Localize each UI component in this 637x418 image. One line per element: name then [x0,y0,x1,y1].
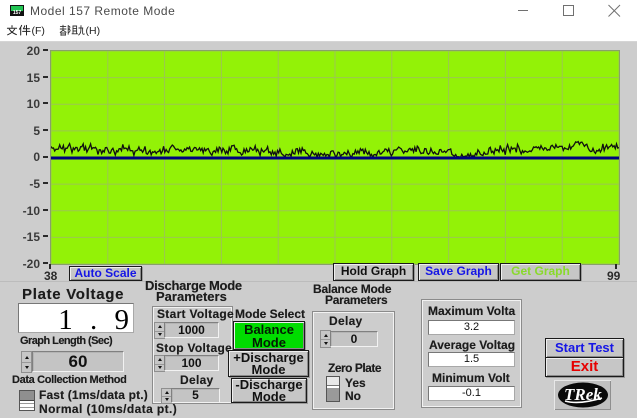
svg-text:TRek: TRek [564,385,602,404]
svg-text:(F): (F) [32,25,45,37]
svg-text:(H): (H) [86,25,101,37]
